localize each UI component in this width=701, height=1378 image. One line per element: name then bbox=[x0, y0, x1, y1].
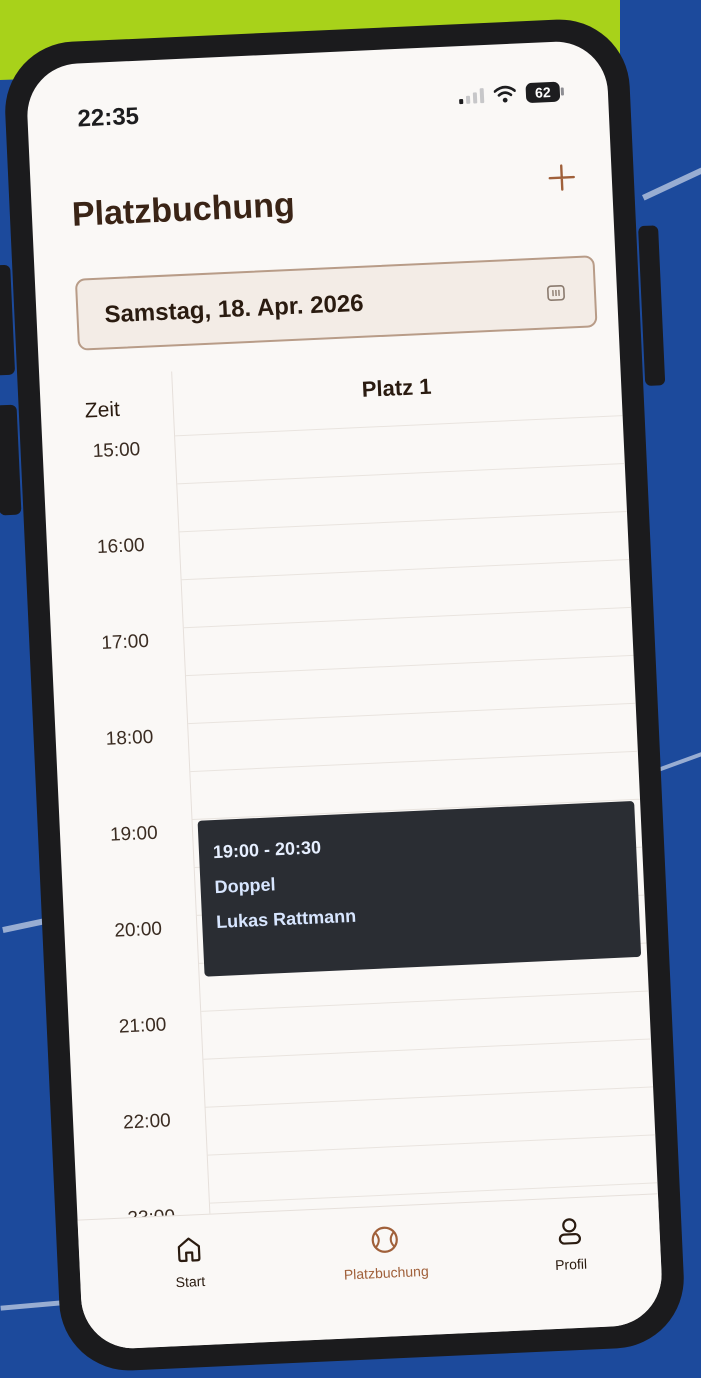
time-column-header: Zeit bbox=[84, 397, 121, 423]
tennis-ball-icon bbox=[371, 1226, 398, 1253]
status-icons: 62 bbox=[459, 81, 561, 107]
half-hour-line bbox=[185, 654, 634, 677]
tab-profil[interactable]: Profil bbox=[499, 1213, 641, 1275]
hour-label: 17:00 bbox=[100, 630, 150, 654]
hour-label: 15:00 bbox=[92, 439, 141, 463]
hour-label: 19:00 bbox=[109, 822, 159, 846]
tab-platzbuchung[interactable]: Platzbuchung bbox=[314, 1222, 456, 1284]
hour-line bbox=[179, 510, 627, 533]
tab-start[interactable]: Start bbox=[118, 1230, 260, 1292]
date-value: Samstag, 18. Apr. 2026 bbox=[103, 289, 365, 329]
hour-line bbox=[188, 702, 636, 725]
hour-line bbox=[175, 415, 623, 437]
status-time: 22:35 bbox=[76, 102, 140, 133]
date-picker[interactable]: Samstag, 18. Apr. 2026 bbox=[74, 255, 598, 351]
hour-label: 21:00 bbox=[118, 1014, 167, 1038]
half-hour-line bbox=[181, 558, 630, 581]
hour-label: 16:00 bbox=[96, 534, 146, 559]
half-hour-line bbox=[177, 463, 625, 485]
tab-label: Platzbuchung bbox=[343, 1262, 429, 1283]
signal-icon bbox=[459, 87, 485, 105]
half-hour-line bbox=[203, 1038, 651, 1060]
phone-mockup: 22:35 62 Platzbuchung Samstag, 18. Apr. … bbox=[0, 16, 687, 1374]
user-icon bbox=[558, 1218, 581, 1245]
tab-bar: Start Platzbuchung Profil bbox=[77, 1193, 664, 1351]
court-line bbox=[642, 165, 701, 201]
hour-line bbox=[201, 990, 649, 1012]
battery-icon: 62 bbox=[525, 81, 561, 104]
column-divider bbox=[171, 371, 211, 1215]
add-icon[interactable] bbox=[543, 159, 581, 197]
booking-card[interactable]: 19:00 - 20:30 Doppel Lukas Rattmann bbox=[197, 800, 642, 977]
booking-player: Lukas Rattmann bbox=[215, 905, 357, 933]
calendar-icon bbox=[547, 284, 565, 302]
hour-line bbox=[205, 1086, 654, 1108]
page-title: Platzbuchung bbox=[71, 185, 296, 234]
schedule-grid: Zeit Platz 1 15:00 16:00 17:00 18:00 19:… bbox=[79, 351, 658, 1229]
half-hour-line bbox=[207, 1134, 656, 1156]
wifi-icon bbox=[493, 85, 517, 103]
hour-label: 22:00 bbox=[122, 1110, 172, 1134]
tab-label: Profil bbox=[554, 1255, 588, 1274]
hour-label: 18:00 bbox=[105, 726, 154, 750]
home-icon bbox=[177, 1237, 201, 1263]
booking-type: Doppel bbox=[214, 874, 276, 898]
tab-label: Start bbox=[175, 1272, 206, 1291]
hour-label: 20:00 bbox=[114, 918, 163, 942]
booking-time: 19:00 - 20:30 bbox=[212, 837, 322, 863]
court-column-header: Platz 1 bbox=[361, 373, 432, 402]
half-hour-line bbox=[190, 750, 638, 773]
app-screen: 22:35 62 Platzbuchung Samstag, 18. Apr. … bbox=[25, 39, 664, 1351]
hour-line bbox=[183, 606, 632, 629]
